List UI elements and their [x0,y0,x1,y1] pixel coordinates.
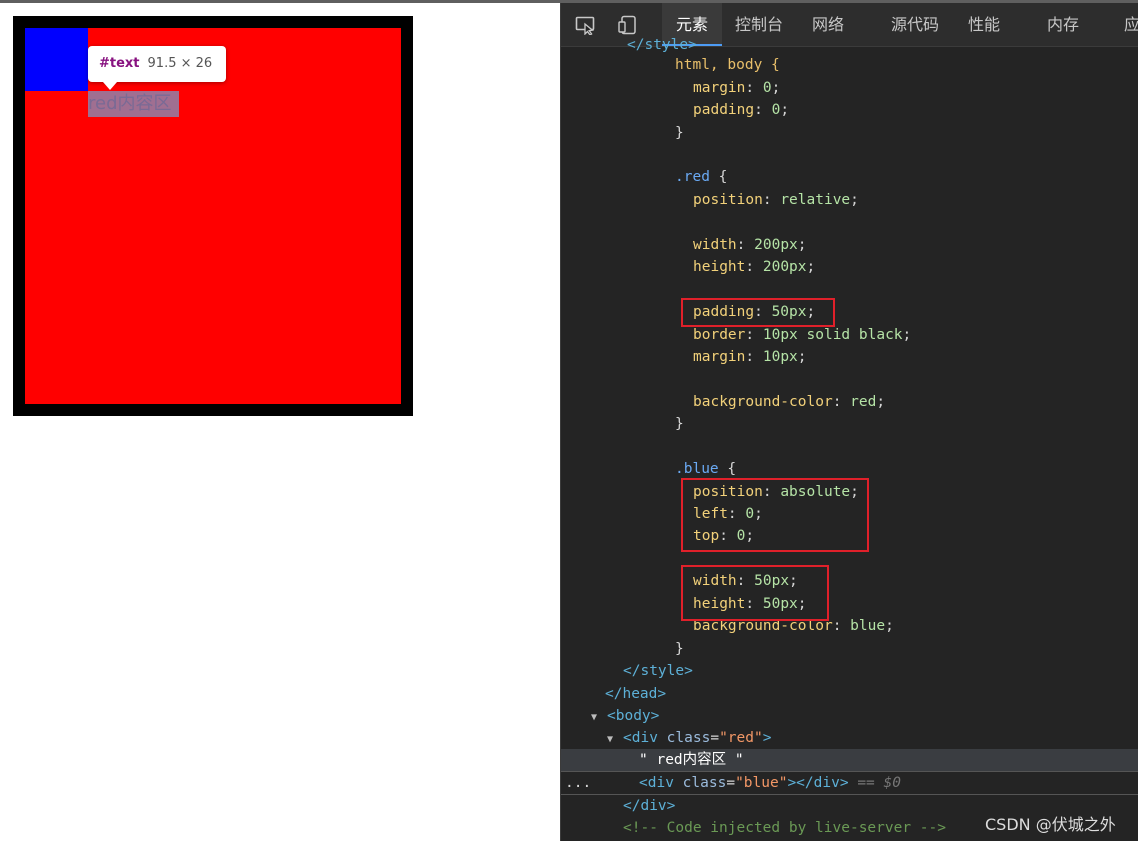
tab-console[interactable]: 控制台 [735,3,783,46]
body-node[interactable]: ▼ <body> [591,705,659,727]
tab-sources[interactable]: 源代码 [891,3,939,46]
code-line: width: 200px; [693,237,807,253]
expand-triangle-icon[interactable]: ▼ [607,729,623,751]
code-line: } [675,641,684,657]
tab-memory[interactable]: 内存 [1047,3,1079,46]
page-preview: red内容区 #text 91.5 × 26 [0,3,560,841]
watermark: CSDN @伏城之外 [985,815,1116,834]
code-line: html, body { [675,57,780,73]
red-text-content: red内容区 [88,93,172,114]
code-line: padding: 0; [693,102,790,118]
code-line: } [675,416,684,432]
div-blue-node[interactable]: <div class="blue"></div> == $0 [639,772,901,794]
tab-performance[interactable]: 性能 [968,3,1000,46]
comment-line: <!-- Code injected by live-server --> [623,820,947,836]
device-toolbar-icon[interactable] [618,15,640,35]
code-line: margin: 0; [693,80,781,96]
code-line: height: 200px; [693,259,816,275]
annotation-box-padding [681,298,835,327]
code-line: margin: 10px; [693,349,807,365]
devtools-panel: 元素 控制台 网络 源代码 性能 内存 应 </style> html, bod… [560,3,1138,841]
tooltip-arrow [103,82,117,90]
code-line: </div> [623,798,676,814]
code-line: </head> [605,686,667,702]
code-line: position: relative; [693,192,859,208]
code-line: } [675,125,684,141]
code-line: .blue { [675,461,737,477]
inspect-tooltip: #text 91.5 × 26 [88,46,226,82]
elements-tree: </style> html, body { margin: 0; padding… [561,37,1138,841]
inspect-element-icon[interactable] [575,15,597,36]
tab-network[interactable]: 网络 [812,3,844,46]
expand-triangle-icon[interactable]: ▼ [591,707,607,729]
code-line: background-color: red; [693,394,886,410]
code-line: </style> [623,663,693,679]
annotation-box-position [681,478,869,552]
tooltip-size: 91.5 × 26 [147,56,213,71]
code-line: </style> [627,37,697,53]
div-red-node[interactable]: ▼ <div class="red"> [607,727,771,749]
annotation-box-size [681,565,829,621]
code-line: border: 10px solid black; [693,327,912,343]
text-node[interactable]: " red内容区 " [639,749,744,771]
tab-application[interactable]: 应 [1124,3,1138,46]
more-actions-dots[interactable]: ... [565,772,591,794]
tooltip-node-name: #text [99,56,140,71]
blue-div[interactable] [25,28,88,91]
code-line: .red { [675,169,728,185]
